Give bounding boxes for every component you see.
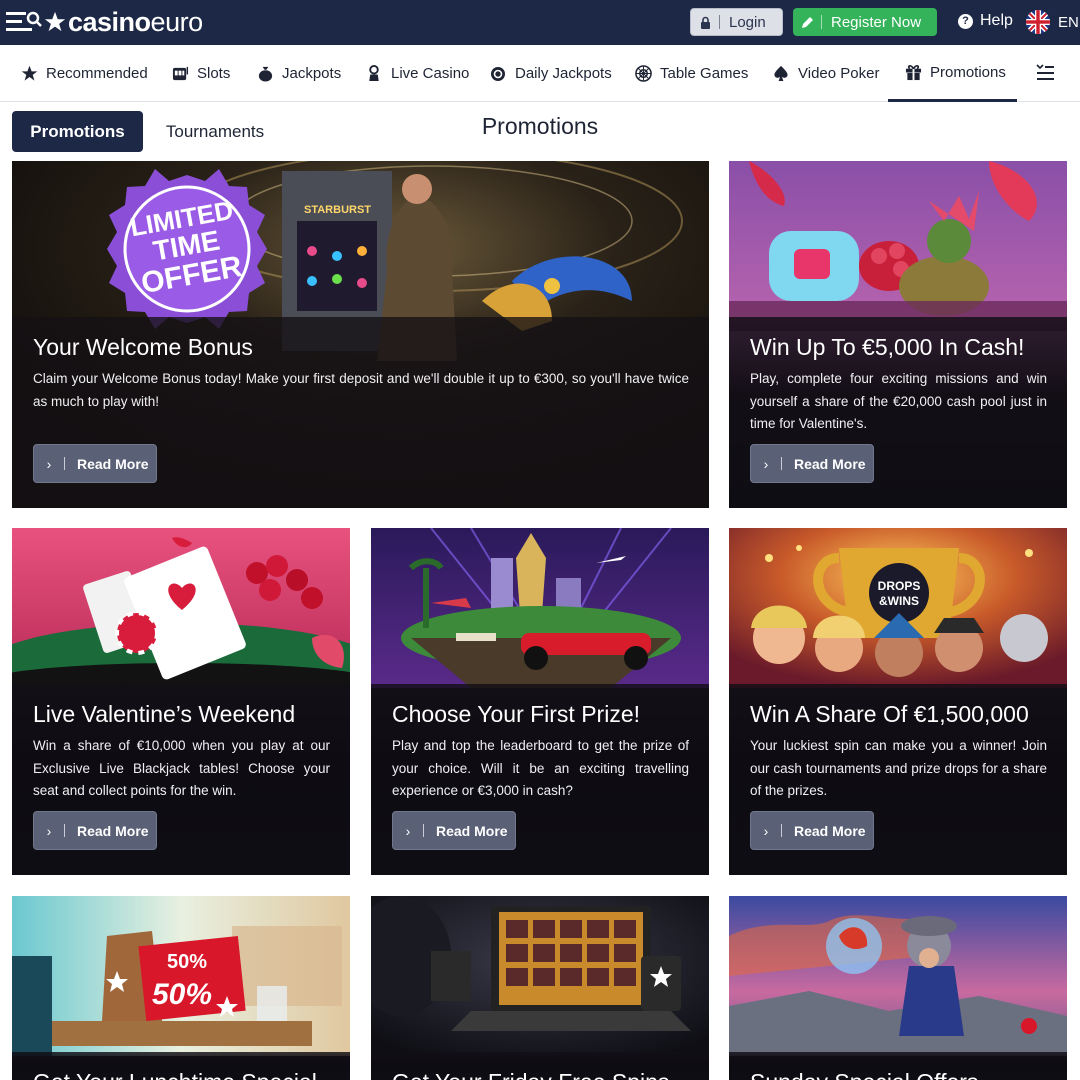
- discount-badge-1: 50%: [167, 951, 207, 973]
- list-menu-icon[interactable]: [1035, 64, 1055, 82]
- nav-label: Table Games: [660, 65, 749, 82]
- read-more-button[interactable]: › Read More: [392, 811, 516, 850]
- drops-and-wins-artwork: DROPS &WINS: [729, 528, 1067, 688]
- help-link[interactable]: ? Help: [958, 12, 1013, 30]
- nav-daily-jackpots[interactable]: Daily Jackpots: [489, 45, 612, 102]
- nav-label: Slots: [197, 65, 231, 82]
- logo-text-light: euro: [150, 6, 204, 37]
- read-more-label: Read More: [794, 822, 866, 839]
- nav-promotions[interactable]: Promotions: [888, 45, 1017, 102]
- roulette-icon: [634, 65, 652, 83]
- slot-machine-icon: [171, 65, 189, 83]
- promo-card-win-5000[interactable]: Win Up To €5,000 In Cash! Play, complete…: [729, 161, 1067, 508]
- dealer-icon: [365, 65, 383, 83]
- drops-wins-line-2: &WINS: [879, 594, 919, 608]
- lunchtime-special-artwork: 50% 50%: [12, 896, 350, 1056]
- card-description: Your luckiest spin can make you a winner…: [750, 738, 1047, 798]
- read-more-label: Read More: [436, 822, 508, 839]
- chevron-right-icon: ›: [46, 822, 52, 839]
- nav-recommended[interactable]: Recommended: [20, 45, 148, 102]
- nav-video-poker[interactable]: Video Poker: [772, 45, 879, 102]
- chevron-right-icon: ›: [46, 455, 52, 472]
- card-description: Claim your Welcome Bonus today! Make you…: [33, 371, 689, 409]
- card-title: Get Your Lunchtime Special: [33, 1069, 329, 1080]
- promo-card-first-prize[interactable]: Choose Your First Prize! Play and top th…: [371, 528, 709, 875]
- money-bag-icon: [256, 65, 274, 83]
- nav-label: Daily Jackpots: [515, 65, 612, 82]
- casinoeuro-logo[interactable]: casino euro: [44, 5, 203, 39]
- nav-slots[interactable]: Slots: [171, 45, 230, 102]
- language-selector[interactable]: EN: [1026, 10, 1079, 34]
- read-more-label: Read More: [794, 455, 866, 472]
- card-title: Sunday Special Offers: [750, 1069, 1046, 1080]
- logo-text-bold: casino: [68, 6, 151, 37]
- card-title: Your Welcome Bonus: [33, 334, 253, 360]
- promo-card-lunchtime-special[interactable]: 50% 50% Get Your Lunchtime Special: [12, 896, 350, 1080]
- travel-prize-artwork: [371, 528, 709, 688]
- lock-icon: [691, 16, 719, 29]
- nav-label: Live Casino: [391, 65, 470, 82]
- valentine-blackjack-artwork: [12, 528, 350, 688]
- sunday-special-artwork: [729, 896, 1067, 1056]
- promo-card-welcome-bonus[interactable]: LIMITED TIME OFFER STARBURST Your Welcom…: [12, 161, 709, 508]
- nav-label: Video Poker: [798, 65, 880, 82]
- read-more-button[interactable]: › Read More: [33, 444, 157, 483]
- nav-label: Recommended: [46, 65, 148, 82]
- coin-icon: [489, 65, 507, 83]
- language-label: EN: [1058, 13, 1079, 31]
- star-icon: [20, 65, 38, 83]
- promo-card-live-valentines[interactable]: Live Valentine’s Weekend Win a share of …: [12, 528, 350, 875]
- tab-tournaments[interactable]: Tournaments: [150, 111, 280, 152]
- nav-table-games[interactable]: Table Games: [634, 45, 748, 102]
- promo-card-drops-and-wins[interactable]: DROPS &WINS Win A Share Of €1,500,000 Yo…: [729, 528, 1067, 875]
- uk-flag-icon: [1026, 10, 1050, 34]
- card-description: Win a share of €10,000 when you play at …: [33, 738, 330, 798]
- drops-wins-line-1: DROPS: [878, 579, 921, 593]
- friday-free-spins-artwork: [371, 896, 709, 1056]
- chevron-right-icon: ›: [405, 822, 411, 839]
- tab-promotions[interactable]: Promotions: [12, 111, 143, 152]
- top-bar: casino euro Login Register Now ? Help EN: [0, 0, 1080, 45]
- read-more-button[interactable]: › Read More: [750, 444, 874, 483]
- nav-label: Jackpots: [282, 65, 342, 82]
- logo-star-icon: [44, 11, 66, 32]
- promo-card-friday-free-spins[interactable]: Get Your Friday Free Spins: [371, 896, 709, 1080]
- card-title: Get Your Friday Free Spins: [392, 1069, 688, 1080]
- nav-jackpots[interactable]: Jackpots: [256, 45, 341, 102]
- spade-icon: [772, 65, 790, 83]
- card-title: Win A Share Of €1,500,000: [750, 701, 1029, 727]
- login-button[interactable]: Login: [690, 8, 783, 36]
- chevron-right-icon: ›: [763, 822, 769, 839]
- help-icon: ?: [958, 13, 973, 29]
- read-more-button[interactable]: › Read More: [33, 811, 157, 850]
- register-button[interactable]: Register Now: [793, 8, 937, 36]
- menu-search-icon[interactable]: [6, 10, 42, 34]
- card-title: Choose Your First Prize!: [392, 701, 641, 727]
- nav-live-casino[interactable]: Live Casino: [365, 45, 469, 102]
- promo-card-sunday-special[interactable]: Sunday Special Offers: [729, 896, 1067, 1080]
- read-more-label: Read More: [77, 455, 149, 472]
- card-description: Play, complete four exciting missions an…: [750, 371, 1047, 431]
- nav-label: Promotions: [930, 63, 1006, 81]
- read-more-button[interactable]: › Read More: [750, 811, 874, 850]
- help-label: Help: [980, 12, 1013, 29]
- read-more-label: Read More: [77, 822, 149, 839]
- login-label: Login: [729, 13, 766, 31]
- card-title: Live Valentine’s Weekend: [33, 701, 296, 727]
- slot-machine-name: STARBURST: [304, 204, 371, 216]
- gift-icon: [904, 63, 922, 81]
- pencil-icon: [793, 16, 821, 29]
- card-description: Play and top the leaderboard to get the …: [392, 738, 689, 798]
- register-label: Register Now: [831, 13, 922, 31]
- card-title: Win Up To €5,000 In Cash!: [750, 334, 1025, 360]
- discount-badge-2: 50%: [152, 978, 212, 1011]
- page-title: Promotions: [481, 113, 599, 139]
- chevron-right-icon: ›: [763, 455, 769, 472]
- category-nav: Recommended Slots Jackpots Live Casino D…: [0, 45, 1080, 102]
